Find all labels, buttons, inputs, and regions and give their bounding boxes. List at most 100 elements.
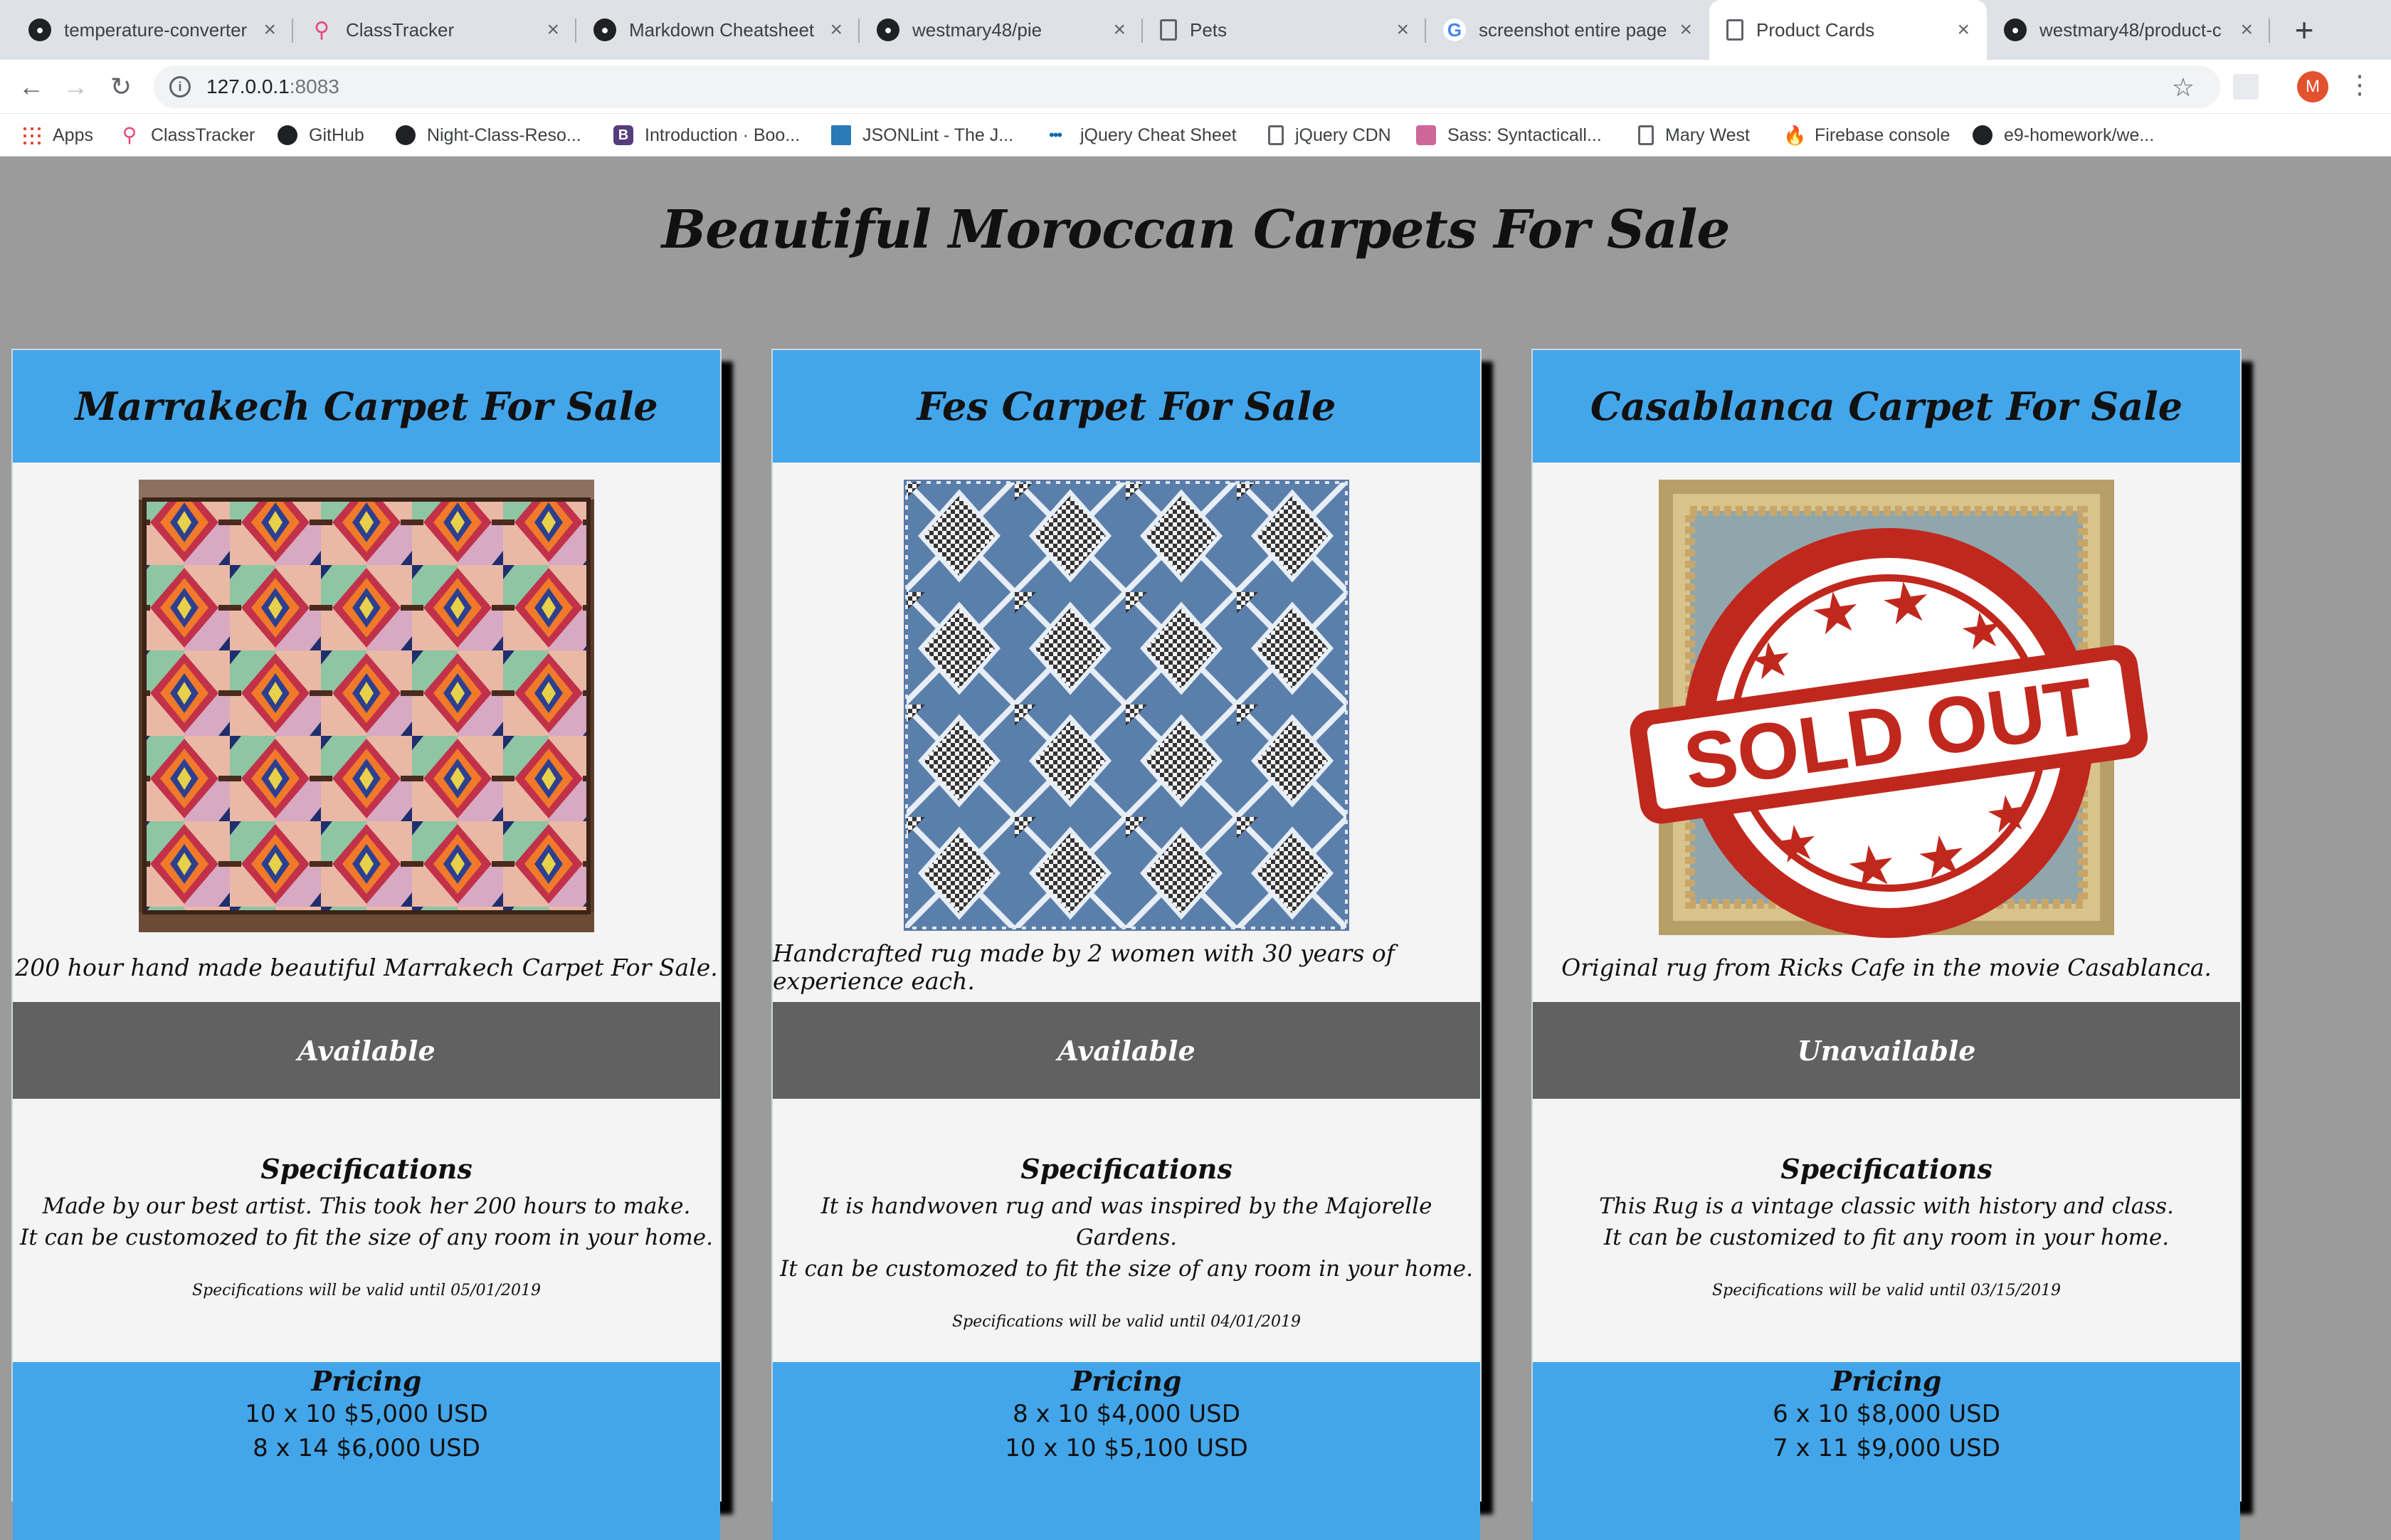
- url-host: 127.0.0.1: [206, 75, 290, 97]
- bookmark-apps[interactable]: Apps: [21, 114, 93, 157]
- tab-product-cards[interactable]: Product Cards ×: [1709, 0, 1987, 60]
- card-description: Handcrafted rug made by 2 women with 30 …: [773, 939, 1395, 995]
- availability-status: Available: [13, 1002, 720, 1099]
- bookmark-label: jQuery CDN: [1295, 125, 1391, 145]
- bookmark-jquery-cheat-sheet[interactable]: ••• jQuery Cheat Sheet: [1049, 114, 1237, 157]
- availability-status: Available: [773, 1002, 1480, 1099]
- browser-tab-strip: ● temperature-converter × ⚲ ClassTracker…: [0, 0, 2391, 60]
- bookmark-label: Night-Class-Reso...: [427, 125, 581, 145]
- close-icon[interactable]: ×: [1396, 18, 1409, 42]
- bookmark-firebase-console[interactable]: 🔥 Firebase console: [1783, 114, 1950, 157]
- jquery-icon: •••: [1049, 126, 1062, 144]
- specifications-section: Specifications It is handwoven rug and w…: [773, 1099, 1480, 1362]
- tab-screenshot-entire-page[interactable]: G screenshot entire page ×: [1426, 0, 1709, 60]
- card-description: 200 hour hand made beautiful Marrakech C…: [15, 953, 718, 981]
- marrakech-carpet-image: [139, 480, 594, 932]
- tab-markdown-cheatsheet[interactable]: ● Markdown Cheatsheet ×: [576, 0, 860, 60]
- classtracker-icon: ⚲: [122, 124, 137, 146]
- sass-icon: [1416, 125, 1436, 145]
- svg-text:★: ★: [1744, 628, 1797, 692]
- document-icon: [1638, 125, 1654, 145]
- bookmark-e9-homework[interactable]: e9-homework/we...: [1973, 114, 2154, 157]
- bookmark-label: Sass: Syntacticall...: [1447, 125, 1602, 145]
- pricing-heading: Pricing: [311, 1365, 422, 1397]
- specifications-line-1: This Rug is a vintage classic with histo…: [1599, 1193, 2174, 1219]
- specifications-line-2: It can be customozed to fit the size of …: [20, 1225, 713, 1250]
- new-tab-button[interactable]: +: [2284, 10, 2324, 50]
- bookmark-night-class-resources[interactable]: Night-Class-Reso...: [396, 114, 581, 157]
- svg-text:★: ★: [1955, 598, 2008, 663]
- bookmark-classtracker[interactable]: ⚲ ClassTracker: [120, 114, 255, 157]
- bookmark-jsonlint[interactable]: JSONLint - The J...: [831, 114, 1013, 157]
- specifications-line-2: It can be customized to fit any room in …: [1603, 1225, 2170, 1250]
- tab-westmary48-pie[interactable]: ● westmary48/pie ×: [860, 0, 1143, 60]
- bookmark-label: JSONLint - The J...: [862, 125, 1014, 145]
- bookmark-label: Apps: [53, 125, 93, 145]
- specifications-line-1: Made by our best artist. This took her 2…: [42, 1193, 691, 1219]
- bookmark-mary-west[interactable]: Mary West: [1638, 114, 1750, 157]
- tab-title: Product Cards: [1756, 19, 1875, 41]
- pricing-section: Pricing 6 x 10 $8,000 USD 7 x 11 $9,000 …: [1533, 1362, 2240, 1540]
- bookmark-bootstrap[interactable]: B Introduction · Boo...: [613, 114, 800, 157]
- specifications-heading: Specifications: [1020, 1153, 1233, 1185]
- github-icon: ●: [28, 19, 51, 41]
- document-icon: [1160, 19, 1177, 41]
- more-menu-icon[interactable]: ⋮: [2347, 70, 2372, 100]
- specifications-valid-until: Specifications will be valid until 04/01…: [952, 1313, 1301, 1331]
- close-icon[interactable]: ×: [547, 18, 559, 42]
- address-bar[interactable]: i 127.0.0.1:8083 ☆: [154, 65, 2220, 108]
- tab-title: westmary48/product-c: [2039, 19, 2222, 41]
- tab-pets[interactable]: Pets ×: [1143, 0, 1426, 60]
- specifications-valid-until: Specifications will be valid until 05/01…: [192, 1282, 541, 1299]
- bookmark-sass[interactable]: Sass: Syntacticall...: [1416, 114, 1602, 157]
- site-info-icon[interactable]: i: [169, 76, 191, 97]
- card-image-area: ★ ★ ★ ★ ★ ★ ★ ★ SOLD OUT: [1533, 463, 2240, 938]
- bookmark-jquery-cdn[interactable]: jQuery CDN: [1268, 114, 1391, 157]
- document-icon: [1268, 125, 1284, 145]
- svg-text:★: ★: [1770, 812, 1823, 876]
- forward-arrow-icon[interactable]: →: [58, 70, 93, 104]
- price-line: 10 x 10 $5,000 USD: [245, 1400, 488, 1428]
- close-icon[interactable]: ×: [1679, 18, 1692, 42]
- pricing-section: Pricing 8 x 10 $4,000 USD 10 x 10 $5,100…: [773, 1362, 1480, 1540]
- card-image-area: [773, 463, 1480, 932]
- page-title: Beautiful Moroccan Carpets For Sale: [661, 199, 1731, 260]
- close-icon[interactable]: ×: [263, 18, 276, 42]
- specifications-line-2: It can be customozed to fit the size of …: [780, 1256, 1473, 1282]
- github-icon: [278, 125, 297, 145]
- svg-text:★: ★: [1982, 782, 2034, 846]
- profile-avatar[interactable]: M: [2297, 71, 2328, 102]
- bookmark-github[interactable]: GitHub: [278, 114, 364, 157]
- close-icon[interactable]: ×: [1957, 18, 1970, 42]
- specifications-heading: Specifications: [1780, 1153, 1992, 1185]
- availability-status: Unavailable: [1533, 1002, 2240, 1099]
- tab-westmary48-product-cards[interactable]: ● westmary48/product-c ×: [1987, 0, 2270, 60]
- card-image-area: [13, 463, 720, 932]
- bookmark-star-icon[interactable]: ☆: [2172, 73, 2195, 102]
- bookmark-label: Mary West: [1665, 125, 1750, 145]
- bookmark-label: GitHub: [309, 125, 364, 145]
- apps-grid-icon: [21, 125, 41, 145]
- pricing-section: Pricing 10 x 10 $5,000 USD 8 x 14 $6,000…: [13, 1362, 720, 1540]
- bootstrap-icon: B: [613, 125, 633, 145]
- google-icon: G: [1443, 19, 1466, 41]
- github-icon: [1973, 125, 1992, 145]
- specifications-section: Specifications This Rug is a vintage cla…: [1533, 1099, 2240, 1362]
- bookmark-label: jQuery Cheat Sheet: [1080, 125, 1237, 145]
- tab-classtracker[interactable]: ⚲ ClassTracker ×: [293, 0, 576, 60]
- card-title: Fes Carpet For Sale: [773, 350, 1480, 463]
- tab-temperature-converter[interactable]: ● temperature-converter ×: [11, 0, 293, 60]
- reload-icon[interactable]: ↻: [104, 70, 138, 104]
- navigation-bar: ← → ↻ i 127.0.0.1:8083 ☆ M ⋮: [0, 60, 2391, 114]
- github-icon: ●: [2004, 19, 2027, 41]
- bookmark-label: Introduction · Boo...: [645, 125, 801, 145]
- tab-title: westmary48/pie: [912, 19, 1043, 41]
- close-icon[interactable]: ×: [1113, 18, 1126, 42]
- close-icon[interactable]: ×: [830, 18, 843, 42]
- back-arrow-icon[interactable]: ←: [14, 70, 48, 104]
- tab-title: screenshot entire page: [1479, 19, 1667, 41]
- close-icon[interactable]: ×: [2240, 18, 2253, 42]
- tab-title: ClassTracker: [346, 19, 455, 41]
- github-icon: ●: [593, 19, 616, 41]
- extension-icon[interactable]: [2233, 74, 2259, 100]
